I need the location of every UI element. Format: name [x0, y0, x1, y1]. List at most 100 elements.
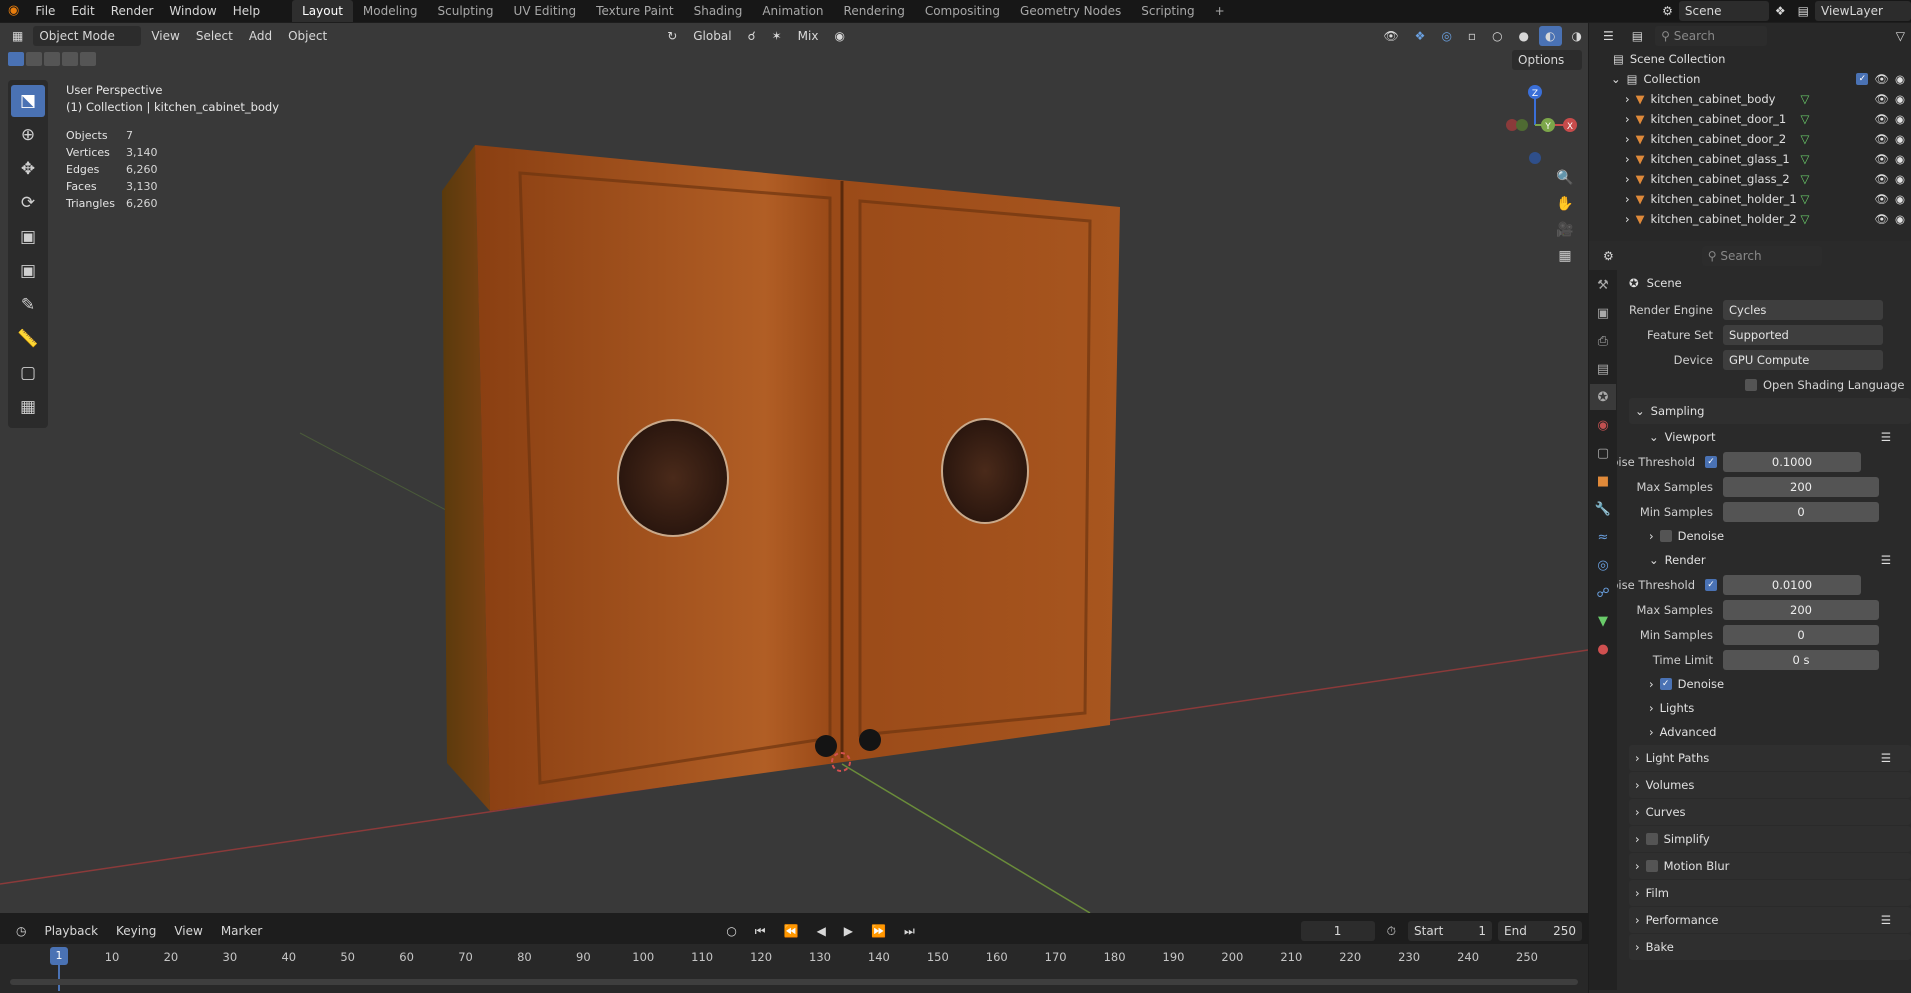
mesh-data-icon[interactable]: ▽: [1800, 152, 1874, 166]
scene-collection-row[interactable]: ▤ Scene Collection: [1589, 49, 1911, 69]
list-icon[interactable]: ☰: [1881, 553, 1891, 567]
cursor-tool-icon[interactable]: ⊕: [11, 119, 45, 151]
camera-icon[interactable]: ◉: [1895, 92, 1905, 106]
outliner-object-row[interactable]: › ▼ kitchen_cabinet_glass_1 ▽ 👁 ◉: [1589, 149, 1911, 169]
play-reverse-icon[interactable]: ◀: [811, 921, 832, 941]
noise-threshold-checkbox[interactable]: ✓: [1705, 455, 1717, 468]
panel-bake[interactable]: › Bake: [1629, 934, 1911, 960]
jump-end-icon[interactable]: ⏭: [898, 921, 921, 941]
list-icon[interactable]: ☰: [1881, 913, 1891, 927]
output-tab-icon[interactable]: ⎙: [1590, 328, 1616, 354]
outliner-object-row[interactable]: › ▼ kitchen_cabinet_door_1 ▽ 👁 ◉: [1589, 109, 1911, 129]
rotate-tool-icon[interactable]: ⟳: [11, 187, 45, 219]
select-extend-icon[interactable]: [26, 52, 42, 66]
render-noise-threshold-checkbox[interactable]: ✓: [1705, 578, 1717, 591]
stopwatch-icon[interactable]: ⏱: [1381, 921, 1402, 941]
chevron-right-icon[interactable]: ›: [1625, 132, 1630, 146]
osl-checkbox[interactable]: [1745, 378, 1757, 391]
shading-solid-icon[interactable]: ●: [1513, 26, 1535, 46]
view-layer-field[interactable]: ViewLayer: [1815, 1, 1911, 21]
tab-shading[interactable]: Shading: [684, 0, 753, 22]
chevron-right-icon[interactable]: ›: [1625, 92, 1630, 106]
menu-marker[interactable]: Marker: [215, 921, 268, 941]
subpanel-advanced[interactable]: › Advanced: [1589, 720, 1911, 744]
outliner-editor-icon[interactable]: ☰: [1597, 26, 1620, 46]
tab-compositing[interactable]: Compositing: [915, 0, 1010, 22]
panel-sampling[interactable]: ⌄ Sampling: [1629, 398, 1911, 424]
snap-icon[interactable]: ✶: [766, 26, 788, 46]
panel-performance[interactable]: › Performance ☰: [1629, 907, 1911, 933]
tab-rendering[interactable]: Rendering: [834, 0, 915, 22]
feature-set-dropdown[interactable]: Supported: [1723, 324, 1883, 345]
auto-key-icon[interactable]: ○: [720, 921, 742, 941]
add-cube-tool-icon[interactable]: ▢: [11, 357, 45, 389]
panel-enable-checkbox[interactable]: [1645, 860, 1658, 872]
material-tab-icon[interactable]: ●: [1590, 636, 1616, 662]
mesh-data-icon[interactable]: ▽: [1800, 92, 1874, 106]
camera-icon[interactable]: ◉: [1895, 112, 1905, 126]
chevron-right-icon[interactable]: ›: [1625, 172, 1630, 186]
collection-tab-icon[interactable]: ▢: [1590, 440, 1616, 466]
gizmo-icon[interactable]: ❖: [1409, 26, 1432, 46]
chevron-right-icon[interactable]: ›: [1625, 112, 1630, 126]
mode-dropdown[interactable]: Object Mode: [33, 26, 142, 46]
transform-tool-icon[interactable]: ▣: [11, 255, 45, 287]
timeline-scrollbar[interactable]: [10, 979, 1578, 985]
add-object-tool-icon[interactable]: ▦: [11, 391, 45, 423]
start-frame-field[interactable]: Start 1: [1408, 921, 1492, 941]
eye-icon[interactable]: 👁: [1874, 132, 1889, 146]
outliner-object-row[interactable]: › ▼ kitchen_cabinet_door_2 ▽ 👁 ◉: [1589, 129, 1911, 149]
end-frame-field[interactable]: End 250: [1498, 921, 1582, 941]
play-icon[interactable]: ▶: [838, 921, 859, 941]
scene-name-field[interactable]: Scene: [1678, 1, 1769, 21]
jump-keyframe-forward-icon[interactable]: ⏩: [865, 921, 892, 941]
transform-orientation-icon[interactable]: ↻: [661, 26, 683, 46]
3d-viewport[interactable]: [0, 23, 1588, 913]
eye-icon[interactable]: 👁: [1874, 112, 1889, 126]
outliner-object-row[interactable]: › ▼ kitchen_cabinet_glass_2 ▽ 👁 ◉: [1589, 169, 1911, 189]
panel-enable-checkbox[interactable]: [1645, 833, 1658, 845]
eye-icon[interactable]: 👁: [1874, 192, 1889, 206]
xray-icon[interactable]: ▫: [1462, 26, 1482, 46]
menu-timeline-view[interactable]: View: [168, 921, 208, 941]
panel-light-paths[interactable]: › Light Paths ☰: [1629, 745, 1911, 771]
outliner-search[interactable]: ⚲ Search: [1655, 26, 1768, 46]
menu-keying[interactable]: Keying: [110, 921, 162, 941]
select-subtract-icon[interactable]: [44, 52, 60, 66]
select-invert-icon[interactable]: [62, 52, 78, 66]
select-box-tool-icon[interactable]: ⬔: [11, 85, 45, 117]
camera-view-icon[interactable]: 🎥: [1552, 217, 1578, 243]
render-min-samples-field[interactable]: 0: [1723, 624, 1879, 645]
render-engine-dropdown[interactable]: Cycles: [1723, 299, 1883, 320]
tab-uv-editing[interactable]: UV Editing: [504, 0, 587, 22]
viewport-noise-threshold-field[interactable]: 0.1000: [1723, 451, 1861, 472]
current-frame-field[interactable]: 1: [1300, 921, 1375, 941]
render-denoise-checkbox[interactable]: ✓: [1659, 678, 1672, 690]
tab-texture-paint[interactable]: Texture Paint: [586, 0, 683, 22]
menu-help[interactable]: Help: [225, 0, 268, 22]
camera-icon[interactable]: ◉: [1895, 192, 1905, 206]
list-icon[interactable]: ☰: [1881, 751, 1891, 765]
subpanel-render[interactable]: ⌄ Render ☰: [1589, 548, 1911, 572]
tool-tab-icon[interactable]: ⚒: [1590, 272, 1616, 298]
scene-selector-icon[interactable]: ⚙: [1656, 1, 1679, 21]
device-dropdown[interactable]: GPU Compute: [1723, 349, 1883, 370]
shading-material-icon[interactable]: ◐: [1539, 26, 1562, 46]
editor-type-icon[interactable]: ▦: [6, 26, 29, 46]
physics-tab-icon[interactable]: ◎: [1590, 552, 1616, 578]
outliner-object-row[interactable]: › ▼ kitchen_cabinet_holder_1 ▽ 👁 ◉: [1589, 189, 1911, 209]
chevron-right-icon[interactable]: ›: [1625, 212, 1630, 226]
menu-playback[interactable]: Playback: [38, 921, 104, 941]
render-time-limit-field[interactable]: 0 s: [1723, 649, 1879, 670]
menu-file[interactable]: File: [27, 0, 63, 22]
mesh-data-icon[interactable]: ▽: [1800, 192, 1874, 206]
snap-mode-dropdown[interactable]: Mix: [792, 26, 825, 46]
options-dropdown[interactable]: Options: [1512, 50, 1582, 70]
select-new-icon[interactable]: [8, 52, 24, 66]
select-intersect-icon[interactable]: [80, 52, 96, 66]
pivot-icon[interactable]: ☌: [742, 26, 762, 46]
eye-icon[interactable]: 👁: [1874, 152, 1889, 166]
tab-geometry-nodes[interactable]: Geometry Nodes: [1010, 0, 1131, 22]
annotate-tool-icon[interactable]: ✎: [11, 289, 45, 321]
chevron-right-icon[interactable]: ›: [1625, 192, 1630, 206]
